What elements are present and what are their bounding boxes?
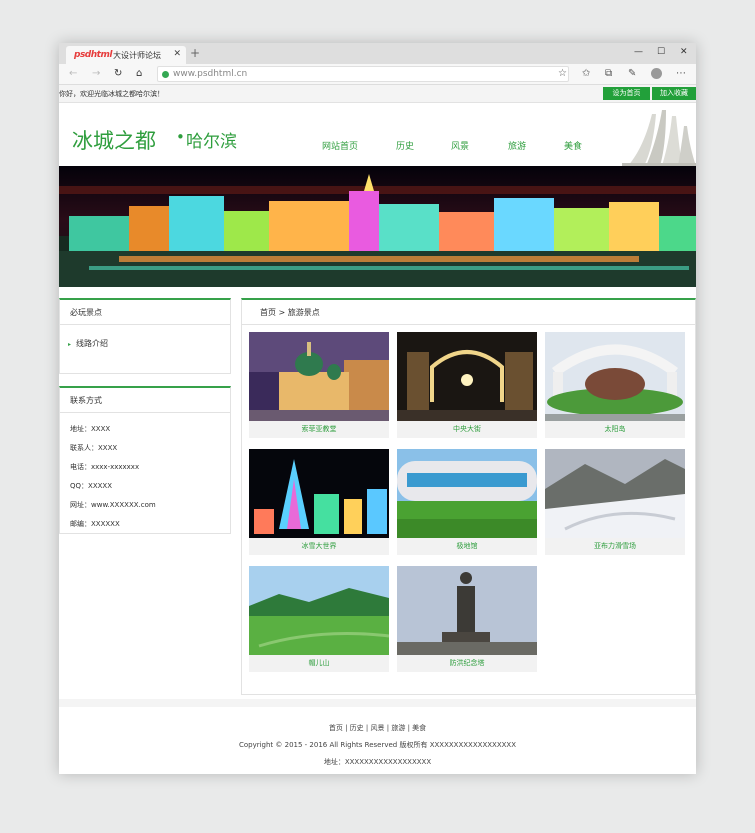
contact-website: 网址：www.XXXXXX.com: [70, 501, 156, 509]
window-close-icon[interactable]: ✕: [680, 47, 688, 57]
site-favicon: psdhtml: [74, 50, 112, 60]
site-logo-sub: 哈尔滨: [186, 132, 237, 152]
spot-card[interactable]: 极地馆: [397, 449, 537, 556]
footer-link-food[interactable]: 美食: [412, 724, 426, 732]
breadcrumb-home[interactable]: 首页: [260, 308, 276, 317]
spot-caption: 太阳岛: [545, 421, 685, 438]
must-play-title: 必玩景点: [70, 308, 102, 317]
spot-photo-maoer-mountain: [249, 566, 389, 655]
breadcrumb-separator: >: [278, 308, 286, 317]
footer-copyright: Copyright © 2015 - 2016 All Rights Reser…: [238, 741, 517, 749]
site-header: 冰城之都 • 哈尔滨 网站首页 历史 风景 旅游 美食: [59, 104, 696, 166]
top-strip: 你好，欢迎光临冰城之都哈尔滨！ 设为首页 加入收藏: [59, 85, 696, 103]
site-footer: 首页 | 历史 | 风景 | 旅游 | 美食 Copyright © 2015 …: [59, 707, 696, 774]
footer-separator: |: [345, 724, 348, 732]
logo-dot: •: [176, 128, 185, 146]
ice-festival-banner: [59, 166, 696, 287]
contact-person: 联系人：XXXX: [70, 444, 118, 452]
panel-divider: [60, 412, 230, 413]
footer-link-home[interactable]: 首页: [329, 724, 343, 732]
contact-panel: 联系方式 地址：XXXX 联系人：XXXX 电话：xxxx-xxxxxxx QQ…: [59, 386, 231, 534]
tab-strip: psdhtml 大设计师论坛 ✕ + — ☐ ✕: [59, 43, 696, 64]
breadcrumb-current: 旅游景点: [287, 308, 320, 317]
more-menu-icon[interactable]: ⋯: [676, 68, 686, 79]
spot-photo-sophia-cathedral: [249, 332, 389, 421]
spot-caption: 防洪纪念塔: [397, 655, 537, 672]
footer-separator: |: [365, 724, 369, 732]
url-text: www.psdhtml.cn: [173, 69, 248, 79]
secure-lock-icon: [162, 71, 169, 78]
set-home-button[interactable]: 设为首页: [603, 87, 650, 100]
collections-icon[interactable]: ⧉: [605, 68, 612, 79]
close-tab-icon[interactable]: ✕: [173, 49, 181, 59]
attractions-panel: 首页 > 旅游景点 索菲亚教堂 中央大街 太阳岛 冰雪大世界 极地馆 亚布力滑雪…: [241, 298, 696, 695]
footer-link-travel[interactable]: 旅游: [391, 724, 405, 732]
breadcrumb: 首页 > 旅游景点: [260, 307, 320, 318]
forward-icon[interactable]: →: [92, 68, 100, 79]
url-input[interactable]: www.psdhtml.cn: [157, 66, 569, 82]
spot-caption: 冰雪大世界: [249, 538, 389, 555]
footer-link-history[interactable]: 历史: [350, 724, 364, 732]
spot-photo-polar-museum: [397, 449, 537, 538]
route-intro-link[interactable]: 线路介绍: [68, 338, 108, 349]
spot-photo-sun-island: [545, 332, 685, 421]
nav-history[interactable]: 历史: [396, 139, 414, 152]
nav-travel[interactable]: 旅游: [508, 139, 526, 152]
panel-divider: [60, 324, 230, 325]
spot-caption: 亚布力滑雪场: [545, 538, 685, 555]
must-play-panel: 必玩景点 线路介绍: [59, 298, 231, 374]
home-icon[interactable]: ⌂: [136, 68, 142, 79]
spot-photo-yabuli-ski: [545, 449, 685, 538]
tab-title: 大设计师论坛: [113, 51, 161, 60]
contact-postcode: 邮编：XXXXXX: [70, 520, 120, 528]
spot-card[interactable]: 防洪纪念塔: [397, 566, 537, 673]
spot-card[interactable]: 冰雪大世界: [249, 449, 389, 556]
spot-card[interactable]: 中央大街: [397, 332, 537, 439]
spot-photo-central-street: [397, 332, 537, 421]
web-page: 你好，欢迎光临冰城之都哈尔滨！ 设为首页 加入收藏 冰城之都 • 哈尔滨 网站首…: [59, 85, 696, 774]
spot-photo-ice-snow-world: [249, 449, 389, 538]
new-tab-icon[interactable]: +: [190, 46, 200, 60]
spot-caption: 帽儿山: [249, 655, 389, 672]
nav-home[interactable]: 网站首页: [322, 139, 358, 152]
share-icon[interactable]: ✎: [628, 68, 636, 79]
browser-window: psdhtml 大设计师论坛 ✕ + — ☐ ✕ ← → ↻ ⌂ www.psd…: [59, 43, 696, 774]
contact-phone: 电话：xxxx-xxxxxxx: [70, 463, 140, 471]
contact-address: 地址：XXXX: [70, 425, 111, 433]
refresh-icon[interactable]: ↻: [114, 68, 122, 79]
address-bar: ← → ↻ ⌂ www.psdhtml.cn ☆ ✩ ⧉ ✎ ⋯: [59, 64, 696, 85]
contact-qq: QQ：XXXXX: [70, 482, 112, 490]
spot-photo-flood-memorial-tower: [397, 566, 537, 655]
contact-title: 联系方式: [70, 396, 102, 405]
spot-card[interactable]: 索菲亚教堂: [249, 332, 389, 439]
profile-avatar[interactable]: [651, 68, 662, 79]
add-favorite-button[interactable]: 加入收藏: [652, 87, 696, 100]
nav-scenery[interactable]: 风景: [451, 139, 469, 152]
spot-caption: 极地馆: [397, 538, 537, 555]
monument-illustration: [622, 110, 696, 166]
footer-links: 首页 | 历史 | 风景 | 旅游 | 美食: [59, 723, 696, 733]
favorite-star-icon[interactable]: ☆: [558, 68, 567, 79]
back-icon[interactable]: ←: [69, 68, 77, 79]
maximize-icon[interactable]: ☐: [657, 47, 665, 57]
spot-caption: 中央大街: [397, 421, 537, 438]
spot-card[interactable]: 太阳岛: [545, 332, 685, 439]
footer-address: 地址：XXXXXXXXXXXXXXXXXX: [323, 758, 432, 766]
spot-caption: 索菲亚教堂: [249, 421, 389, 438]
favorites-list-icon[interactable]: ✩: [582, 68, 590, 79]
footer-divider: [59, 699, 696, 707]
footer-separator: |: [407, 724, 410, 732]
welcome-text: 你好，欢迎光临冰城之都哈尔滨！: [59, 90, 164, 98]
browser-tab[interactable]: psdhtml 大设计师论坛 ✕: [66, 46, 186, 64]
footer-separator: |: [386, 724, 390, 732]
nav-food[interactable]: 美食: [564, 139, 582, 152]
panel-divider: [242, 324, 695, 325]
spot-card[interactable]: 亚布力滑雪场: [545, 449, 685, 556]
site-logo-main: 冰城之都: [72, 129, 156, 153]
footer-link-scenery[interactable]: 风景: [371, 724, 385, 732]
minimize-icon[interactable]: —: [634, 47, 643, 57]
spot-card[interactable]: 帽儿山: [249, 566, 389, 673]
